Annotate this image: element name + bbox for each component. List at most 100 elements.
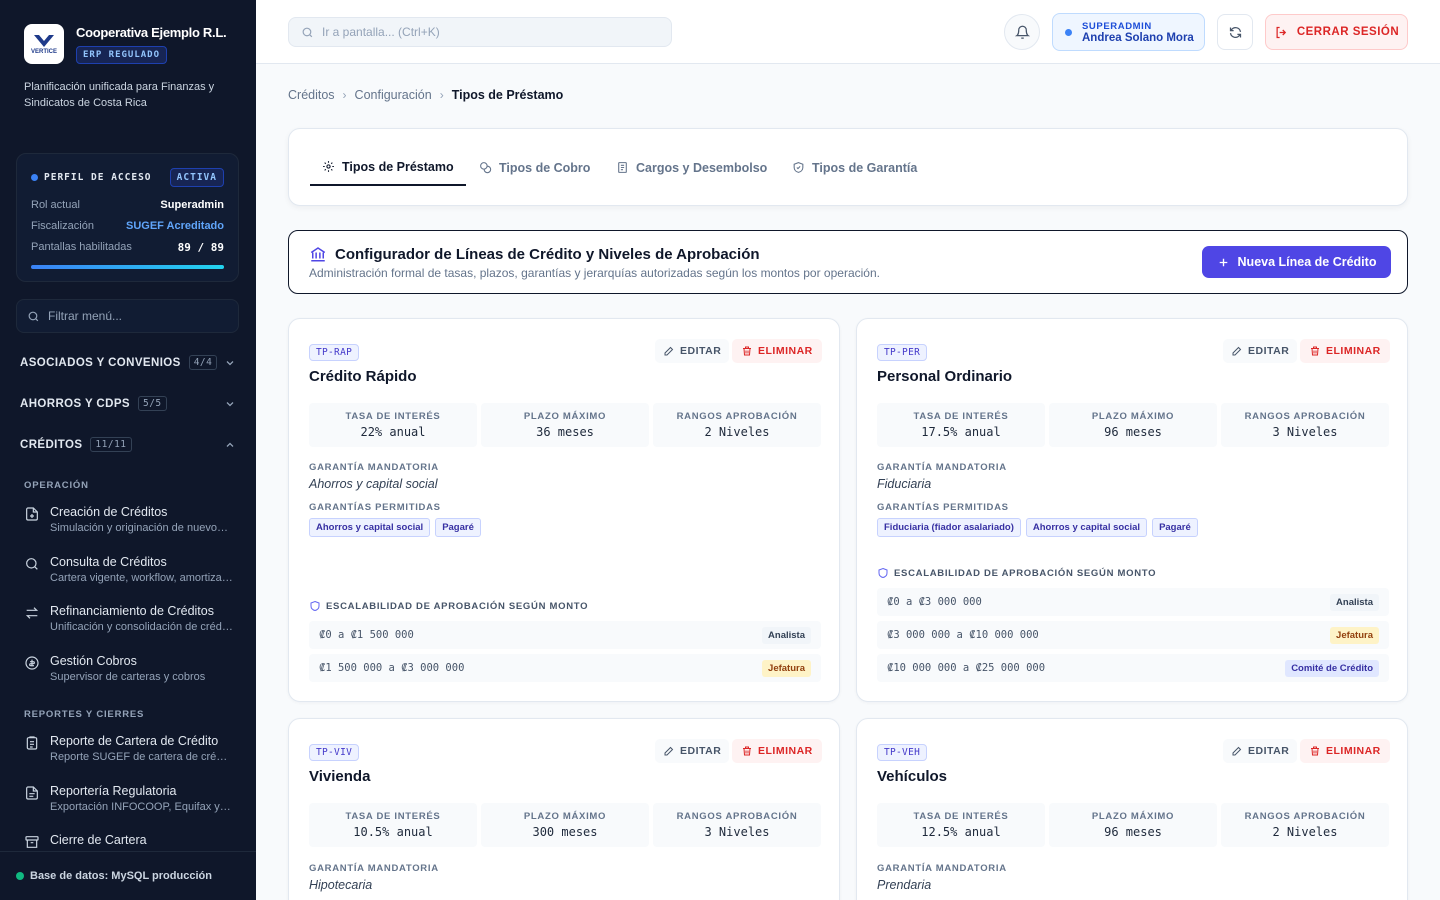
delete-button[interactable]: ELIMINAR [732, 339, 822, 363]
stat-label: PLAZO MÁXIMO [1091, 411, 1175, 422]
nav-group-ahorros[interactable]: AHORROS Y CDPS 5/5 [20, 396, 236, 411]
edit-button[interactable]: EDITAR [1223, 339, 1298, 363]
nav-item-refinanciamiento[interactable]: Refinanciamiento de Créditos Unificación … [24, 604, 236, 633]
stat-label: RANGOS APROBACIÓN [1244, 411, 1366, 422]
tab-tipos-cobro[interactable]: Tipos de Cobro [467, 149, 602, 186]
nav-group-creditos[interactable]: CRÉDITOS 11/11 [20, 437, 236, 452]
arrows-exchange-icon [25, 607, 39, 619]
loan-name: Crédito Rápido [309, 368, 417, 385]
delete-button[interactable]: ELIMINAR [732, 739, 822, 763]
loan-code: TP-VEH [877, 744, 928, 761]
stat-value: 22% anual [360, 425, 426, 439]
loan-name: Vivienda [309, 768, 371, 785]
tab-label: Tipos de Cobro [499, 160, 591, 175]
stat-plazo: PLAZO MÁXIMO 300 meses [481, 803, 649, 847]
loan-stats: TASA DE INTERÉS 10.5% anual PLAZO MÁXIMO 3… [309, 803, 821, 847]
pencil-icon [664, 746, 674, 756]
stat-plazo: PLAZO MÁXIMO 96 meses [1049, 403, 1217, 447]
coin-icon [25, 656, 39, 670]
plus-icon [1219, 258, 1227, 266]
search-icon [302, 27, 313, 37]
stat-label: TASA DE INTERÉS [345, 811, 441, 822]
file-plus-icon [26, 507, 38, 521]
user-chip[interactable]: SUPERADMIN Andrea Solano Mora [1052, 13, 1205, 51]
access-profile-card: PERFIL DE ACCESO ACTIVA Rol actual Supera… [16, 153, 239, 282]
nav-item-title: Reportería Regulatoria [50, 784, 177, 798]
pantallas-progress-fill [31, 265, 224, 269]
rol-label: Rol actual [31, 199, 80, 211]
stat-label: PLAZO MÁXIMO [523, 411, 607, 422]
shield-icon [310, 600, 320, 612]
stat-label: PLAZO MÁXIMO [523, 811, 607, 822]
section-operacion: OPERACIÓN [24, 480, 89, 491]
stat-label: RANGOS APROBACIÓN [1244, 811, 1366, 822]
mandatory-guarantee-label: GARANTÍA MANDATORIA [877, 462, 1007, 473]
nav-item-reporte-cartera[interactable]: Reporte de Cartera de Crédito Reporte SUG… [24, 734, 236, 763]
nav-item-reporteria-regulatoria[interactable]: Reportería Regulatoria Exportación INFOCO… [24, 784, 236, 813]
nav-item-creacion-creditos[interactable]: Creación de Créditos Simulación y origina… [24, 505, 236, 534]
erp-badge: ERP REGULADO [76, 46, 168, 64]
approval-range-row: ₡10 000 000 a ₡25 000 000 Comité de Créd… [877, 654, 1389, 682]
stat-tasa: TASA DE INTERÉS 22% anual [309, 403, 477, 447]
loan-code: TP-RAP [309, 344, 360, 361]
nav-item-consulta-creditos[interactable]: Consulta de Créditos Cartera vigente, wor… [24, 555, 236, 584]
refresh-icon [1229, 26, 1241, 38]
notifications-button[interactable] [1004, 14, 1040, 50]
stat-label: TASA DE INTERÉS [913, 411, 1009, 422]
nav-item-title: Reporte de Cartera de Crédito [50, 734, 219, 748]
guarantee-chip: Ahorros y capital social [1025, 518, 1148, 537]
pantallas-label: Pantallas habilitadas [31, 241, 132, 253]
allowed-guarantees-label: GARANTÍAS PERMITIDAS [309, 502, 441, 513]
menu-filter-input[interactable]: Filtrar menú... [16, 299, 239, 333]
edit-button[interactable]: EDITAR [655, 739, 730, 763]
search-icon [28, 311, 39, 321]
mandatory-guarantee-label: GARANTÍA MANDATORIA [309, 462, 439, 473]
nav-item-cierre-cartera[interactable]: Cierre de Cartera [24, 833, 236, 850]
tab-tipos-garantia[interactable]: Tipos de Garantía [780, 149, 929, 186]
range-amount: ₡10 000 000 a ₡25 000 000 [887, 662, 1046, 674]
fisc-value: SUGEF Acreditado [126, 220, 224, 232]
stat-tasa: TASA DE INTERÉS 17.5% anual [877, 403, 1045, 447]
delete-button[interactable]: ELIMINAR [1300, 739, 1390, 763]
tab-label: Cargos y Desembolso [636, 160, 768, 175]
stat-label: RANGOS APROBACIÓN [676, 811, 798, 822]
stat-value: 3 Niveles [1272, 425, 1338, 439]
allowed-guarantees: Fiduciaria (fiador asalariado) Ahorros y… [877, 518, 1198, 537]
nav-group-label: AHORROS Y CDPS [20, 397, 130, 410]
logout-button[interactable]: CERRAR SESIÓN [1265, 14, 1408, 50]
new-credit-line-button[interactable]: Nueva Línea de Crédito [1202, 246, 1391, 278]
screen-search-input[interactable]: Ir a pantalla... (Ctrl+K) [288, 17, 672, 47]
nav-item-sub: Exportación INFOCOOP, Equifax y otros [50, 801, 233, 813]
search-placeholder: Ir a pantalla... (Ctrl+K) [322, 25, 440, 39]
loan-type-card: TP-VIV Vivienda EDITAR ELIMINAR TASA DE … [288, 718, 840, 900]
approval-scalability-label: ESCALABILIDAD DE APROBACIÓN SEGÚN MONTO [877, 567, 1156, 579]
breadcrumb-current: Tipos de Préstamo [451, 88, 564, 102]
approver-badge: Jefatura [762, 659, 811, 677]
range-amount: ₡0 a ₡3 000 000 [887, 596, 982, 608]
breadcrumb-item[interactable]: Configuración [355, 88, 432, 102]
tab-tipos-prestamo[interactable]: Tipos de Préstamo [310, 149, 466, 186]
receipt-icon [618, 162, 627, 173]
edit-button[interactable]: EDITAR [1223, 739, 1298, 763]
db-status-dot [16, 872, 24, 880]
user-name: Andrea Solano Mora [1082, 31, 1194, 44]
approver-badge: Analista [1330, 593, 1379, 611]
nav-item-title: Refinanciamiento de Créditos [50, 604, 214, 618]
config-subtitle: Administración formal de tasas, plazos, … [309, 266, 880, 280]
archive-icon [25, 836, 39, 848]
mandatory-guarantee-value: Hipotecaria [309, 878, 373, 892]
mandatory-guarantee-label: GARANTÍA MANDATORIA [877, 863, 1007, 874]
breadcrumb-item[interactable]: Créditos [288, 88, 335, 102]
loan-code: TP-PER [877, 344, 928, 361]
delete-button[interactable]: ELIMINAR [1300, 339, 1390, 363]
allowed-guarantees-label: GARANTÍAS PERMITIDAS [877, 502, 1009, 513]
tab-cargos-desembolso[interactable]: Cargos y Desembolso [604, 149, 779, 186]
edit-button[interactable]: EDITAR [655, 339, 730, 363]
trash-icon [1311, 746, 1319, 756]
chevron-down-icon [226, 360, 234, 365]
approval-scalability-label: ESCALABILIDAD DE APROBACIÓN SEGÚN MONTO [309, 600, 588, 612]
refresh-button[interactable] [1217, 14, 1253, 50]
nav-group-asociados[interactable]: ASOCIADOS Y CONVENIOS 4/4 [20, 355, 236, 370]
nav-item-gestion-cobros[interactable]: Gestión Cobros Supervisor de carteras y c… [24, 654, 236, 683]
chevron-up-icon [226, 442, 234, 447]
